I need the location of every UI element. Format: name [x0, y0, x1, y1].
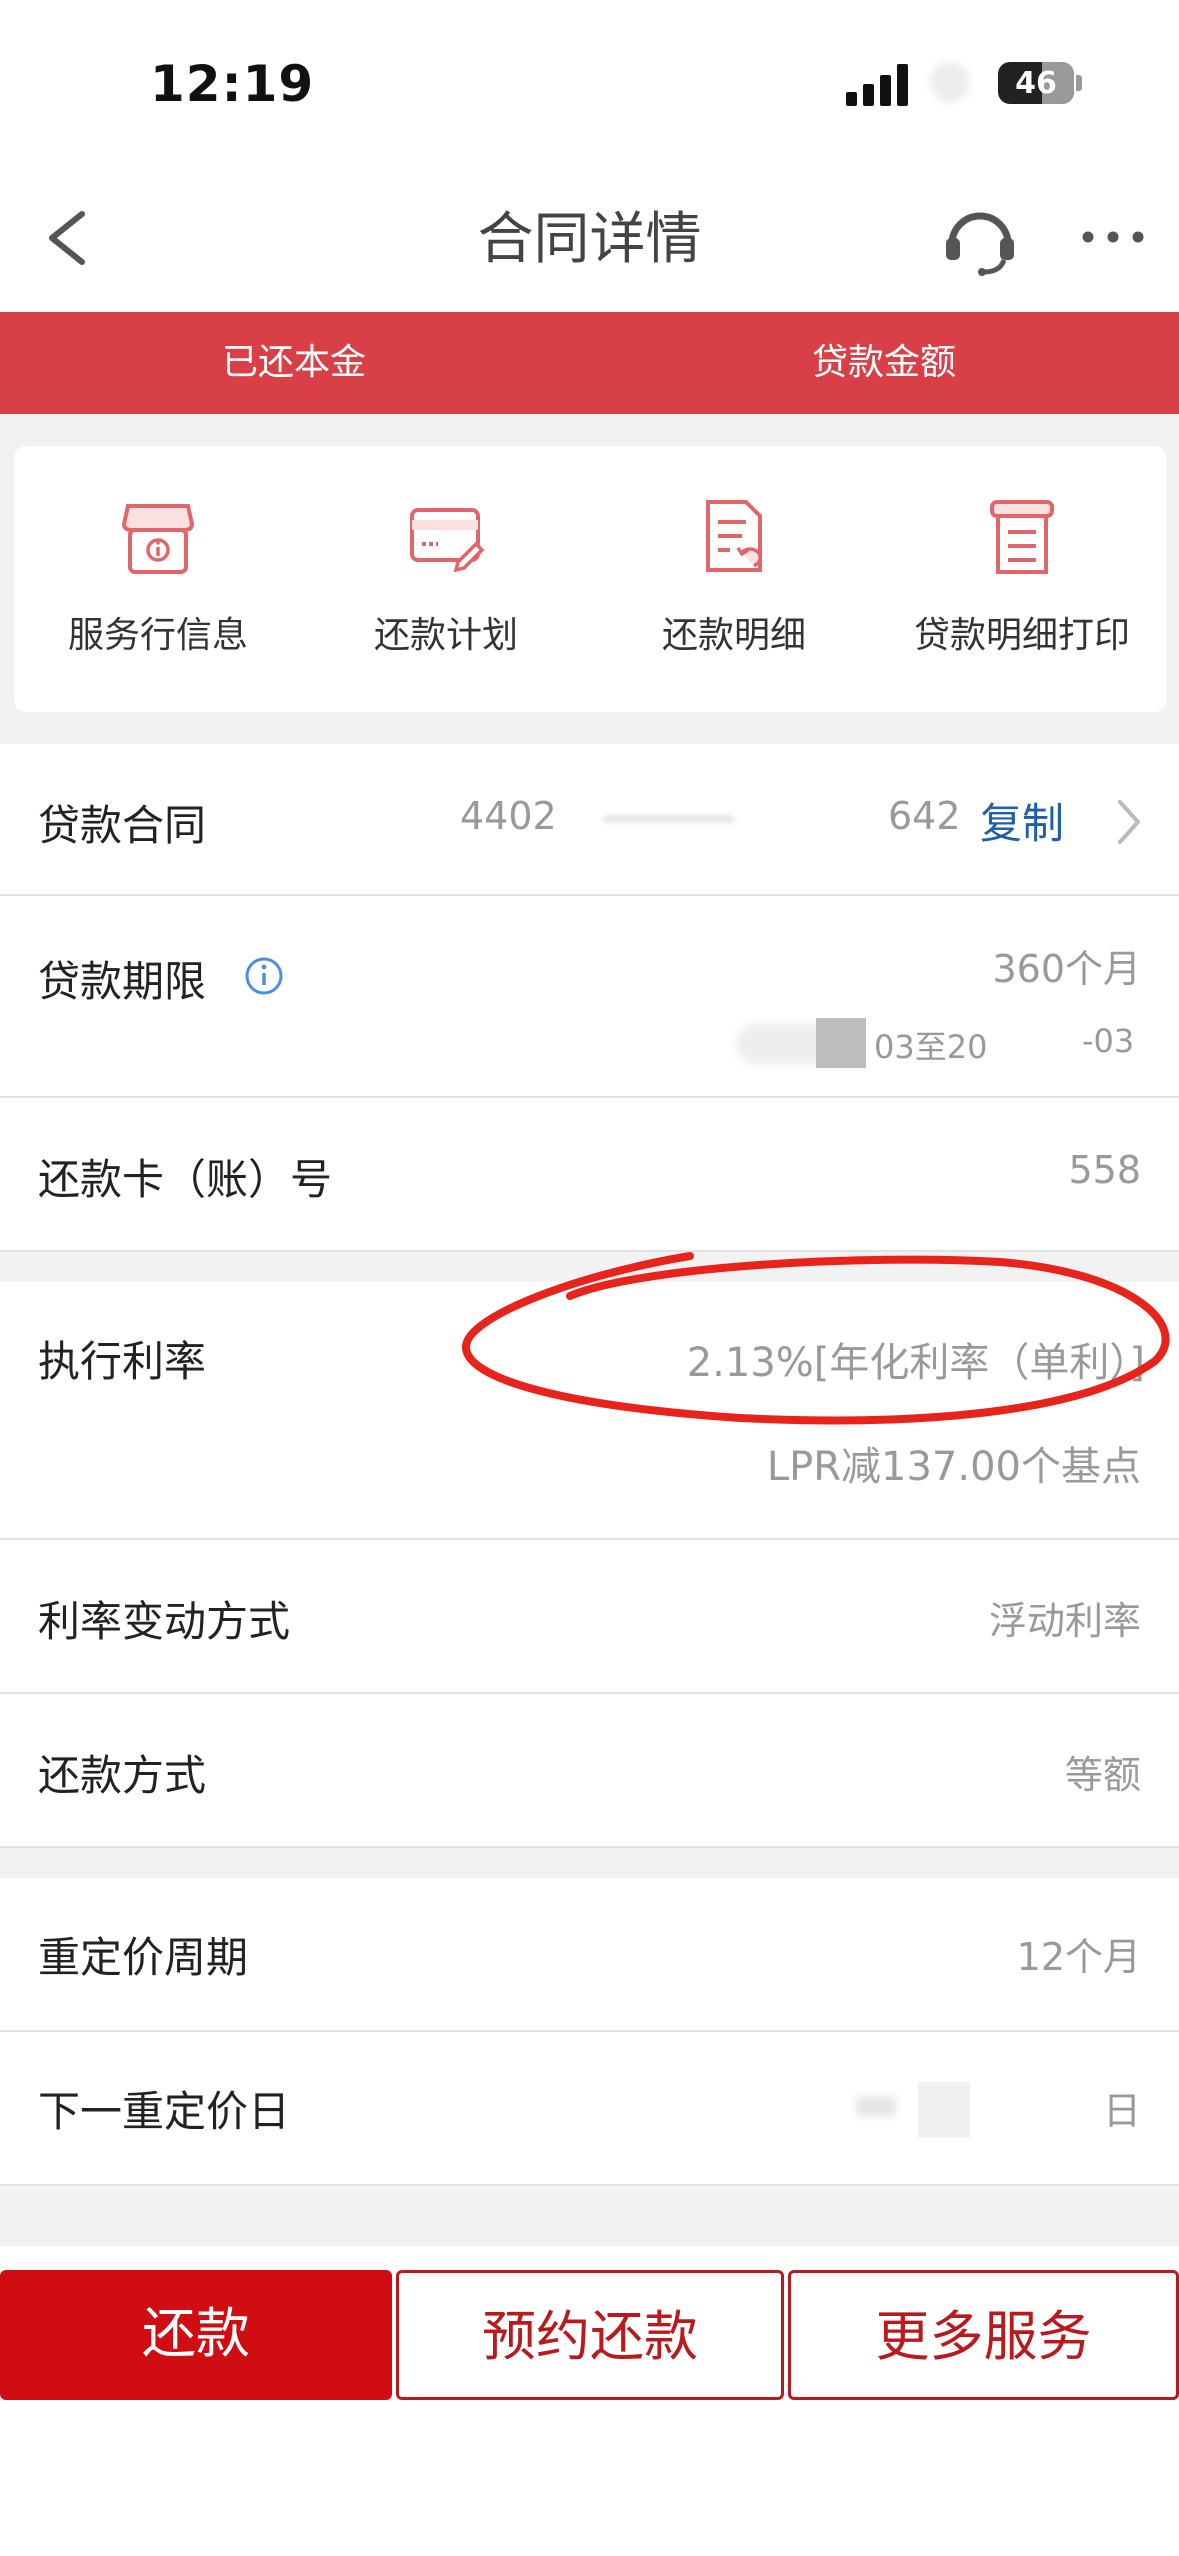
term-label: 贷款期限 — [38, 957, 207, 1006]
next-reprice-mask — [918, 2082, 970, 2138]
annotation-circle — [462, 1252, 1170, 1425]
service-label: 服务行信息 — [67, 615, 248, 656]
repaid-principal-label: 已还本金 — [222, 342, 367, 383]
services-card: 服务行信息 还款计划 还款明细 贷款明细打印 — [14, 446, 1166, 712]
reprice-period-label: 重定价周期 — [38, 1933, 249, 1982]
signal-icon — [846, 64, 908, 106]
chevron-left-icon — [49, 211, 85, 265]
chevron-right-icon — [1112, 792, 1146, 852]
next-reprice-label: 下一重定价日 — [38, 2087, 291, 2136]
rate-label: 执行利率 — [38, 1337, 207, 1386]
service-label: 还款明细 — [661, 615, 806, 656]
next-reprice-blur — [856, 2096, 896, 2116]
contract-number-end: 642 — [888, 794, 961, 838]
document-return-icon — [706, 500, 762, 572]
rate-change-value: 浮动利率 — [988, 1599, 1141, 1643]
term-value: 360个月 — [992, 947, 1141, 991]
headset-icon[interactable] — [940, 200, 1020, 280]
card-label: 还款卡（账）号 — [38, 1155, 333, 1204]
service-repay-plan[interactable]: 还款计划 — [302, 446, 590, 712]
section-gap — [0, 2186, 1179, 2246]
section-gap — [0, 1848, 1179, 1878]
repay-method-label: 还款方式 — [38, 1751, 207, 1800]
reprice-period-value: 12个月 — [1016, 1935, 1141, 1979]
service-repay-detail[interactable]: 还款明细 — [590, 446, 878, 712]
battery-level: 46 — [1015, 65, 1057, 101]
contract-number-start: 4402 — [460, 794, 557, 838]
loan-term-row: 贷款期限 360个月 03至20 -03 — [0, 896, 1179, 1098]
contract-row[interactable]: 贷款合同 4402 642 复制 — [0, 744, 1179, 896]
service-print-detail[interactable]: 贷款明细打印 — [878, 446, 1166, 712]
card-number: 558 — [1068, 1148, 1141, 1192]
schedule-repay-button[interactable]: 预约还款 — [396, 2270, 784, 2400]
term-date-mask — [816, 1018, 866, 1068]
wifi-icon — [930, 62, 970, 102]
loan-amount-label: 贷款金额 — [812, 342, 957, 383]
bank-info-icon — [121, 504, 195, 574]
status-time: 12:19 — [150, 55, 315, 113]
card-edit-icon — [410, 508, 485, 573]
contract-number-blur — [604, 816, 734, 822]
service-label: 还款计划 — [373, 615, 518, 656]
back-button[interactable] — [38, 198, 98, 278]
status-bar: 12:19 46 — [0, 0, 1179, 170]
term-date-end: -03 — [1082, 1022, 1135, 1060]
repay-button[interactable]: 还款 — [0, 2270, 392, 2400]
next-reprice-row: 下一重定价日 日 — [0, 2032, 1179, 2186]
repay-method-value: 等额 — [1064, 1753, 1141, 1797]
copy-button[interactable]: 复制 — [980, 790, 1064, 851]
service-bank-info[interactable]: 服务行信息 — [14, 446, 302, 712]
loan-summary-header: 已还本金 贷款金额 — [0, 312, 1179, 414]
reprice-period-row: 重定价周期 12个月 — [0, 1878, 1179, 2032]
print-document-icon — [990, 500, 1054, 574]
contract-label: 贷款合同 — [38, 801, 207, 850]
more-horizontal-icon[interactable] — [1080, 222, 1146, 252]
rate-change-label: 利率变动方式 — [38, 1597, 291, 1646]
service-label: 贷款明细打印 — [913, 615, 1130, 656]
battery-nub — [1076, 75, 1082, 91]
battery-icon: 46 — [998, 62, 1074, 104]
term-date-start: 03至20 — [874, 1028, 988, 1066]
more-services-button[interactable]: 更多服务 — [788, 2270, 1179, 2400]
repay-method-row: 还款方式 等额 — [0, 1694, 1179, 1848]
rate-change-row: 利率变动方式 浮动利率 — [0, 1540, 1179, 1694]
next-reprice-value: 日 — [1102, 2089, 1141, 2133]
info-icon[interactable] — [244, 956, 284, 996]
